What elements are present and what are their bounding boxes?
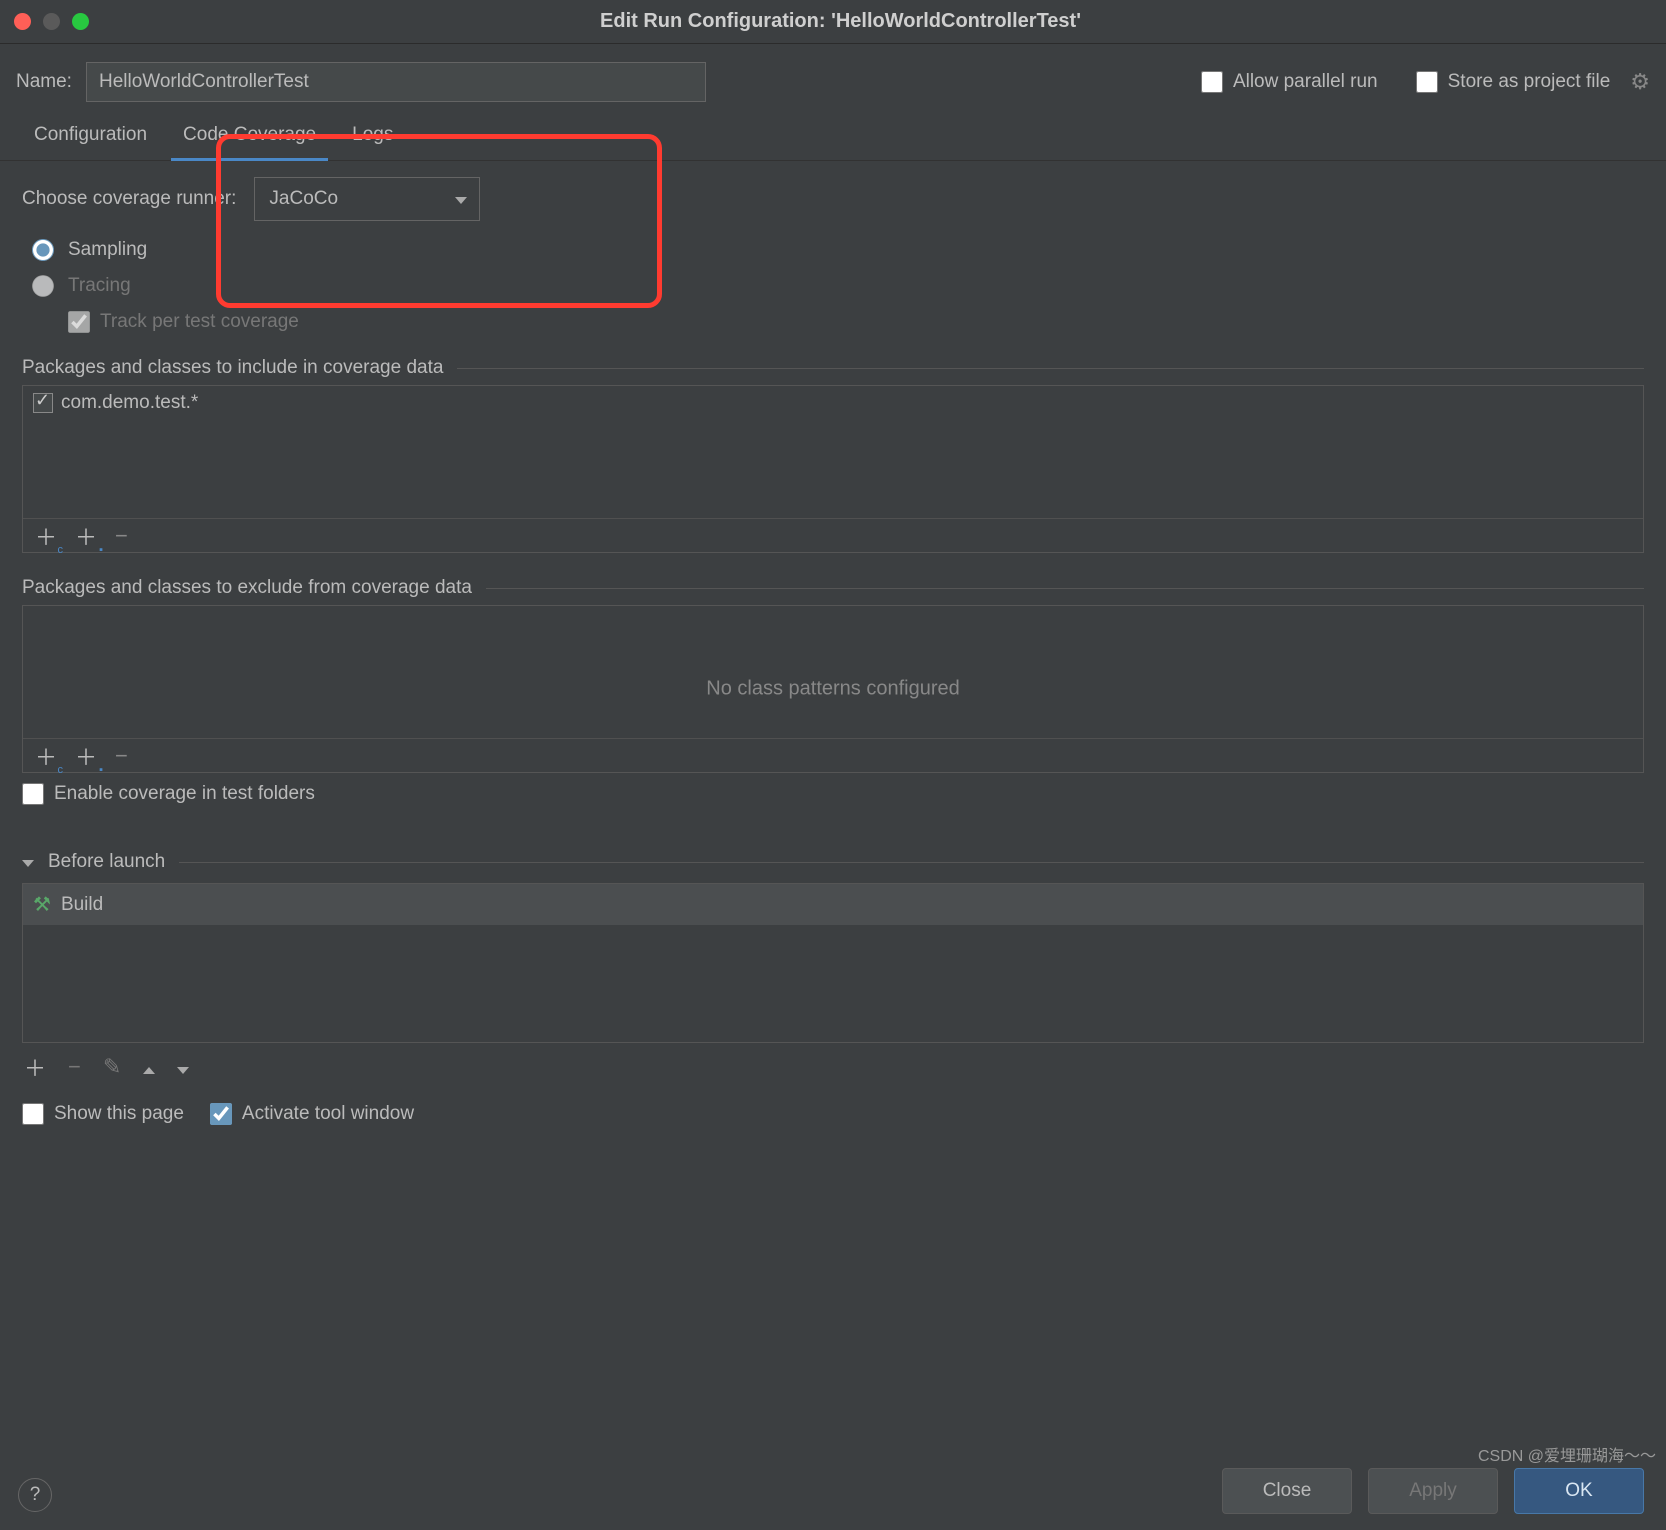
activate-tool-window-checkbox[interactable]: Activate tool window: [210, 1103, 414, 1125]
remove-icon[interactable]: −: [68, 1054, 81, 1080]
before-launch-label: Before launch: [48, 851, 165, 873]
include-header-label: Packages and classes to include in cover…: [22, 357, 443, 379]
allow-parallel-label: Allow parallel run: [1233, 71, 1378, 93]
activate-tool-window-label: Activate tool window: [242, 1103, 414, 1125]
coverage-runner-value: JaCoCo: [269, 188, 338, 210]
store-as-file-label: Store as project file: [1448, 71, 1611, 93]
add-icon[interactable]: ＋: [24, 1051, 46, 1083]
include-header: Packages and classes to include in cover…: [22, 357, 1644, 379]
ok-button[interactable]: OK: [1514, 1468, 1644, 1514]
track-per-test-checkbox: Track per test coverage: [68, 311, 1644, 333]
before-launch-item-label: Build: [61, 894, 103, 916]
tab-code-coverage[interactable]: Code Coverage: [165, 112, 334, 160]
remove-icon[interactable]: −: [115, 523, 128, 549]
include-item-label: com.demo.test.*: [61, 392, 198, 414]
store-as-file-checkbox[interactable]: Store as project file: [1416, 71, 1611, 93]
add-package-icon[interactable]: ＋▪: [75, 520, 97, 552]
tracing-label: Tracing: [68, 275, 131, 297]
collapse-icon[interactable]: [22, 851, 34, 873]
track-per-test-label: Track per test coverage: [100, 311, 299, 333]
list-item[interactable]: ⚒ Build: [23, 884, 1643, 925]
move-down-icon[interactable]: [177, 1054, 189, 1080]
exclude-list[interactable]: No class patterns configured ＋c ＋▪ −: [22, 605, 1644, 773]
add-class-icon[interactable]: ＋c: [35, 740, 57, 772]
activate-tool-window-input[interactable]: [210, 1103, 232, 1125]
add-class-icon[interactable]: ＋c: [35, 520, 57, 552]
enable-test-folders-label: Enable coverage in test folders: [54, 783, 315, 805]
apply-button[interactable]: Apply: [1368, 1468, 1498, 1514]
list-item[interactable]: com.demo.test.*: [23, 386, 1643, 420]
exclude-header: Packages and classes to exclude from cov…: [22, 577, 1644, 599]
before-launch-list[interactable]: ⚒ Build: [22, 883, 1644, 1043]
add-package-icon[interactable]: ＋▪: [75, 740, 97, 772]
tab-logs[interactable]: Logs: [334, 112, 411, 160]
enable-test-folders-checkbox[interactable]: Enable coverage in test folders: [22, 783, 1644, 805]
name-input[interactable]: [86, 62, 706, 102]
show-this-page-input[interactable]: [22, 1103, 44, 1125]
tab-configuration[interactable]: Configuration: [16, 112, 165, 160]
coverage-runner-select[interactable]: JaCoCo: [254, 177, 480, 221]
show-this-page-label: Show this page: [54, 1103, 184, 1125]
titlebar: Edit Run Configuration: 'HelloWorldContr…: [0, 0, 1666, 44]
window-title: Edit Run Configuration: 'HelloWorldContr…: [29, 10, 1652, 33]
include-item-checkbox[interactable]: [33, 393, 53, 413]
store-as-file-input[interactable]: [1416, 71, 1438, 93]
show-this-page-checkbox[interactable]: Show this page: [22, 1103, 184, 1125]
include-toolbar: ＋c ＋▪ −: [23, 518, 1643, 552]
hammer-icon: ⚒: [33, 892, 51, 917]
close-button[interactable]: Close: [1222, 1468, 1352, 1514]
enable-test-folders-input[interactable]: [22, 783, 44, 805]
before-launch-toolbar: ＋ − ✎: [22, 1043, 1644, 1091]
coverage-runner-label: Choose coverage runner:: [22, 188, 236, 210]
watermark: CSDN @爱埋珊瑚海～～: [1478, 1442, 1656, 1466]
help-button[interactable]: ?: [18, 1478, 52, 1512]
exclude-toolbar: ＋c ＋▪ −: [23, 738, 1643, 772]
footer-options: Show this page Activate tool window: [0, 1091, 1666, 1137]
allow-parallel-input[interactable]: [1201, 71, 1223, 93]
sampling-radio[interactable]: Sampling: [32, 239, 1644, 261]
tracing-radio: Tracing: [32, 275, 1644, 297]
track-per-test-input: [68, 311, 90, 333]
name-label: Name:: [16, 71, 72, 93]
allow-parallel-checkbox[interactable]: Allow parallel run: [1201, 71, 1378, 93]
before-launch-header[interactable]: Before launch: [22, 851, 1644, 873]
exclude-header-label: Packages and classes to exclude from cov…: [22, 577, 472, 599]
sampling-label: Sampling: [68, 239, 147, 261]
tabs: Configuration Code Coverage Logs: [0, 112, 1666, 161]
dialog-buttons: Close Apply OK: [1222, 1468, 1644, 1514]
exclude-empty-text: No class patterns configured: [706, 678, 959, 701]
remove-icon[interactable]: −: [115, 743, 128, 769]
chevron-down-icon: [455, 188, 467, 210]
name-row: Name: Allow parallel run Store as projec…: [0, 44, 1666, 112]
sampling-input[interactable]: [32, 239, 54, 261]
include-list[interactable]: com.demo.test.* ＋c ＋▪ −: [22, 385, 1644, 553]
move-up-icon[interactable]: [143, 1054, 155, 1080]
gear-icon[interactable]: ⚙: [1630, 69, 1650, 95]
tracing-input: [32, 275, 54, 297]
edit-icon[interactable]: ✎: [103, 1054, 121, 1080]
